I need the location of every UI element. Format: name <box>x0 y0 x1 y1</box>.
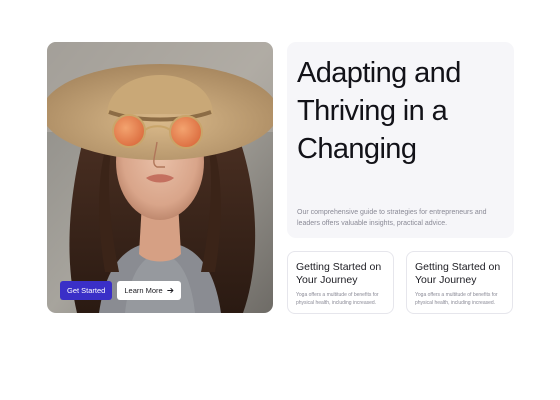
learn-more-label: Learn More <box>124 286 163 295</box>
hero-photo-card: Get Started Learn More <box>47 42 273 313</box>
hero-photo <box>47 42 273 313</box>
feature-card-body: Yoga offers a multitude of benefits for … <box>415 292 498 306</box>
arrow-right-icon <box>166 287 174 294</box>
feature-card-title: Getting Started on Your Journey <box>296 261 382 286</box>
headline-description: Our comprehensive guide to strategies fo… <box>297 209 487 227</box>
feature-card-title: Getting Started on Your Journey <box>415 261 501 286</box>
get-started-button[interactable]: Get Started <box>60 281 113 300</box>
headline-panel: Adapting and Thriving in a Changing Our … <box>287 42 514 238</box>
feature-card-body: Yoga offers a multitude of benefits for … <box>296 292 379 306</box>
learn-more-button[interactable]: Learn More <box>117 281 181 300</box>
feature-card[interactable]: Getting Started on Your Journey Yoga off… <box>406 251 513 314</box>
hero-actions: Get Started Learn More <box>60 281 181 300</box>
feature-card[interactable]: Getting Started on Your Journey Yoga off… <box>287 251 394 314</box>
page-title: Adapting and Thriving in a Changing <box>297 57 461 165</box>
